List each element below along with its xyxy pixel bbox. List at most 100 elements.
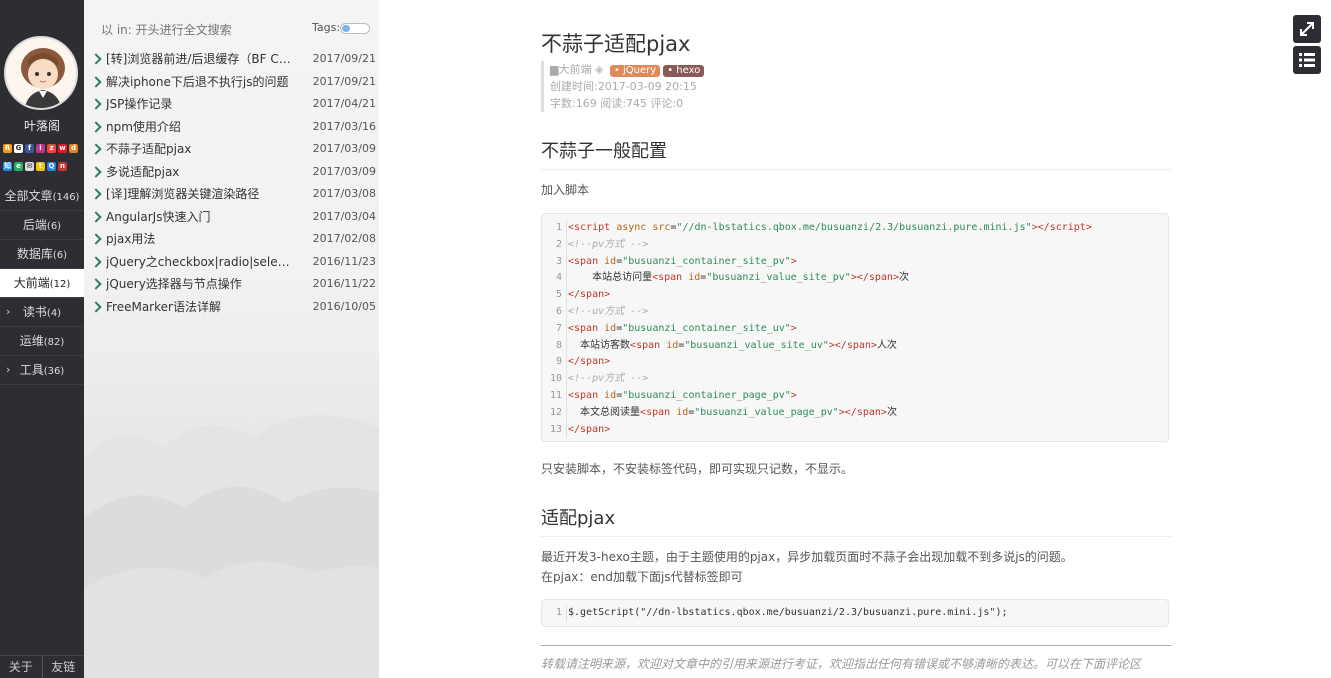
post-date: 2017/09/21 xyxy=(312,74,376,88)
instagram-icon[interactable]: i xyxy=(36,144,45,153)
author-name: 叶落阁 xyxy=(23,119,60,133)
code-line: 3 <span id="busuanzi_container_site_pv"> xyxy=(542,253,1168,271)
tags-toggle[interactable] xyxy=(340,23,370,34)
post-title-link[interactable]: JSP操作记录 xyxy=(106,93,296,116)
sidebar: 叶落阁 R Gf i z w d知 e ✉ t Qn 全部文章(146) 后端(6) 数据库(6) 大前… xyxy=(0,0,84,678)
category-item[interactable]: 后端(6) xyxy=(0,211,84,240)
code-block-2: 1 $.getScript("//dn-lbstatics.qbox.me/bus… xyxy=(541,599,1169,627)
code-line: 4 本站总访问量<span id="busuanzi_value_site_pv… xyxy=(542,270,1168,288)
code-lines: 1 <script async src="//dn-lbstatics.qbox.… xyxy=(542,220,1168,439)
tag-dot-icon: • xyxy=(613,65,624,76)
post-list-item[interactable]: FreeMarker语法详解 2016/10/05 xyxy=(84,296,379,319)
code-line: 10 <!--pv方式 --> xyxy=(542,371,1168,388)
qq-icon[interactable]: Q xyxy=(47,162,56,171)
category-count: (6) xyxy=(52,250,68,261)
post-title-link[interactable]: AngularJs快速入门 xyxy=(106,206,296,229)
chevron-right-icon xyxy=(90,165,102,178)
code-line: 1 <script async src="//dn-lbstatics.qbox.… xyxy=(542,220,1168,237)
fullscreen-button[interactable] xyxy=(1293,15,1321,43)
post-title-link[interactable]: [译]理解浏览器关键渲染路径 xyxy=(106,183,296,206)
code-block-1: 1 <script async src="//dn-lbstatics.qbox.… xyxy=(541,213,1169,442)
facebook-icon[interactable]: f xyxy=(25,144,34,153)
rss-icon[interactable]: R xyxy=(3,144,12,153)
tieba-icon[interactable]: t xyxy=(36,162,45,171)
tag-badges: • jQuery • hexo xyxy=(607,63,705,77)
paragraph-3: 最近开发3-hexo主题，由于主题使用的pjax，异步加载页面时不蒜子会出现加载… xyxy=(541,550,1073,564)
category-label: 工具 xyxy=(19,363,44,377)
code-line: 5 </span> xyxy=(542,287,1168,304)
mail-icon[interactable]: ✉ xyxy=(25,162,34,171)
category-item[interactable]: › 工具(36) xyxy=(0,356,84,385)
post-title-link[interactable]: jQuery之checkbox|radio|select操作 xyxy=(106,251,296,274)
category-label: 后端 xyxy=(22,218,47,232)
code-line: 8 本站访客数<span id="busuanzi_value_site_uv"… xyxy=(542,337,1168,355)
social-links: R Gf i z w d 知 e ✉ t Qn xyxy=(2,139,84,175)
weibo-icon[interactable]: w xyxy=(58,144,67,153)
post-date: 2017/09/21 xyxy=(312,52,376,65)
douban-icon[interactable]: d xyxy=(69,144,78,153)
post-title-link[interactable]: npm使用介绍 xyxy=(106,116,296,139)
section-title-1: 不蒜子一般配置 xyxy=(541,137,1171,170)
github-icon[interactable]: G xyxy=(14,144,23,153)
meta-category[interactable]: 大前端 xyxy=(558,63,591,76)
about-link[interactable]: 关于 xyxy=(0,656,43,678)
evernote-icon[interactable]: e xyxy=(14,162,23,171)
post-list-item[interactable]: jQuery选择器与节点操作 2016/11/22 xyxy=(84,273,379,296)
post-list-item[interactable]: JSP操作记录 2017/04/21 xyxy=(84,93,379,116)
paragraph-2: 只安装脚本，不安装标签代码，即可实现只记数，不显示。 xyxy=(541,462,854,476)
zhihu2-icon[interactable]: 知 xyxy=(3,162,12,171)
tag-badge[interactable]: • jQuery xyxy=(609,65,661,77)
paragraph-1: 加入脚本 xyxy=(541,183,590,197)
chevron-right-icon xyxy=(90,98,102,110)
toggle-knob xyxy=(342,25,350,32)
post-title-link[interactable]: 解决iphone下后退不执行js的问题 xyxy=(106,71,296,94)
category-count: (12) xyxy=(49,279,71,290)
toc-button[interactable] xyxy=(1293,46,1321,74)
category-item[interactable]: 运维(82) xyxy=(0,327,84,356)
post-list-item[interactable]: 不蒜子适配pjax 2017/03/09 xyxy=(84,138,379,161)
post-date: 2017/03/09 xyxy=(312,142,376,155)
sidebar-footer: 关于 友链 xyxy=(0,655,84,678)
category-item[interactable]: 大前端(12) xyxy=(0,269,84,298)
zhihu-icon[interactable]: z xyxy=(47,144,56,153)
post-list-item[interactable]: [译]理解浏览器关键渲染路径 2017/03/08 xyxy=(84,183,379,206)
chevron-right-icon: › xyxy=(6,363,11,376)
post-date: 2017/03/08 xyxy=(312,187,376,200)
mountain-background xyxy=(84,415,379,678)
tag-badge[interactable]: • hexo xyxy=(663,65,705,77)
post-date: 2016/11/22 xyxy=(312,277,376,290)
post-list-item[interactable]: pjax用法 2017/02/08 xyxy=(84,228,379,251)
post-meta: ▆大前端 ◈ • jQuery • hexo 创建时间:2017-03-09 20… xyxy=(541,61,850,112)
netease-icon[interactable]: n xyxy=(58,162,67,171)
post-list-item[interactable]: npm使用介绍 2017/03/16 xyxy=(84,116,379,139)
search-input[interactable] xyxy=(99,18,298,42)
post-list-panel: Tags: [转]浏览器前进/后退缓存（BF Cac...2017/09/21解… xyxy=(84,0,379,678)
post-title-link[interactable]: jQuery选择器与节点操作 xyxy=(106,273,296,296)
post-title-link[interactable]: pjax用法 xyxy=(106,228,296,251)
post-list-item[interactable]: jQuery之checkbox|radio|select操作 2016/11/23 xyxy=(84,251,379,274)
category-item[interactable]: 数据库(6) xyxy=(0,240,84,269)
tag-label: hexo xyxy=(676,65,701,76)
post-list-item[interactable]: AngularJs快速入门 2017/03/04 xyxy=(84,206,379,229)
post-list-item[interactable]: 多说适配pjax 2017/03/09 xyxy=(84,161,379,184)
category-item[interactable]: 全部文章(146) xyxy=(0,182,84,211)
meta-created: 创建时间:2017-03-09 20:15 xyxy=(550,80,697,93)
chevron-right-icon xyxy=(90,53,102,65)
post-title-link[interactable]: 多说适配pjax xyxy=(106,161,296,184)
paragraph-4: 在pjax：end加载下面js代替标签即可 xyxy=(541,570,743,584)
post-title-link[interactable]: FreeMarker语法详解 xyxy=(106,296,296,319)
category-item[interactable]: › 读书(4) xyxy=(0,298,84,327)
copyright-note: 转载请注明来源，欢迎对文章中的引用来源进行考证，欢迎指出任何有错误或不够清晰的表… xyxy=(541,645,1171,674)
code-line: 12 本文总阅读量<span id="busuanzi_value_page_p… xyxy=(542,404,1168,422)
avatar[interactable] xyxy=(4,36,78,110)
friend-links-link[interactable]: 友链 xyxy=(43,656,85,678)
post-list-item[interactable]: [转]浏览器前进/后退缓存（BF Cac... 2017/09/21 xyxy=(84,48,379,71)
post-title-link[interactable]: [转]浏览器前进/后退缓存（BF Cac... xyxy=(106,48,296,71)
chevron-right-icon xyxy=(90,210,102,223)
post-title-link[interactable]: 不蒜子适配pjax xyxy=(106,138,296,161)
post-list-item[interactable]: 解决iphone下后退不执行js的问题 2017/09/21 xyxy=(84,71,379,94)
chevron-right-icon xyxy=(90,143,102,155)
post-list: [转]浏览器前进/后退缓存（BF Cac... 2017/09/21 解决iphon… xyxy=(84,48,379,318)
category-label: 大前端 xyxy=(13,276,50,290)
post-date: 2017/03/04 xyxy=(312,209,376,223)
